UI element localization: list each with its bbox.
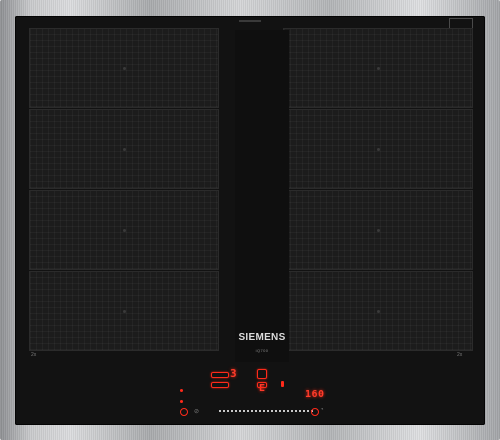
series-label: iQ700 bbox=[255, 348, 269, 353]
zone-left-2[interactable] bbox=[29, 109, 219, 189]
left-power-display: 3 bbox=[230, 367, 238, 380]
left-indicator-dot bbox=[180, 389, 183, 392]
left-indicator-dot-2 bbox=[180, 400, 183, 403]
glass-cooktop: SIEMENS iQ700 2x 2x 3 E 160 ⊘ ◔ bbox=[15, 16, 485, 425]
right-zone-label: 2x bbox=[457, 352, 463, 358]
center-strip bbox=[235, 30, 289, 362]
zone-left-1[interactable] bbox=[29, 28, 219, 108]
left-select-button[interactable] bbox=[211, 372, 229, 378]
clock-icon[interactable] bbox=[311, 408, 319, 416]
minus-button[interactable] bbox=[211, 382, 229, 388]
top-mark bbox=[239, 20, 261, 22]
lock-icon[interactable]: ⊘ bbox=[194, 408, 199, 415]
zone-left-4[interactable] bbox=[29, 271, 219, 351]
zone-right-4[interactable] bbox=[283, 271, 473, 351]
right-select-button[interactable] bbox=[257, 369, 267, 379]
slider-icon[interactable] bbox=[219, 410, 313, 412]
zone-left-3[interactable] bbox=[29, 190, 219, 270]
timer-icon[interactable]: ◔ bbox=[320, 407, 324, 413]
zone-right-2[interactable] bbox=[283, 109, 473, 189]
right-indicator-dot bbox=[281, 381, 284, 387]
timer-display: 160 bbox=[305, 389, 325, 400]
zone-right-3[interactable] bbox=[283, 190, 473, 270]
plus-button[interactable] bbox=[257, 382, 267, 388]
zone-right-1[interactable] bbox=[283, 28, 473, 108]
brand-logo: SIEMENS bbox=[238, 332, 286, 343]
left-zone-label: 2x bbox=[31, 352, 37, 358]
power-icon[interactable] bbox=[180, 408, 188, 416]
